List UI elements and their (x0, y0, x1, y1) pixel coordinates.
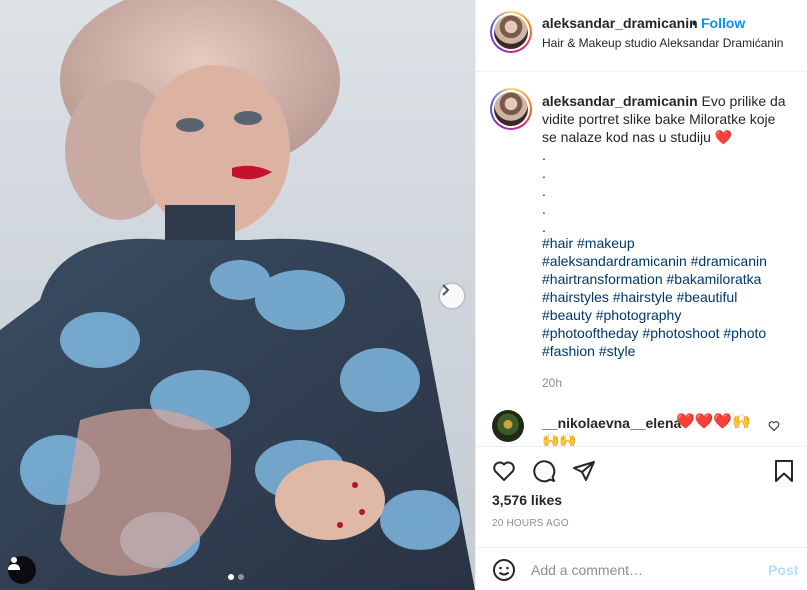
hashtag-line[interactable]: #hair #makeup (542, 234, 792, 252)
post-header: aleksandar_dramicanin • Follow Hair & Ma… (476, 0, 807, 72)
caption-text: aleksandar_dramicanin Evo prilike da vid… (542, 92, 794, 236)
post-actions: 3,576 likes 20 HOURS AGO Post (476, 446, 807, 590)
hashtag-line[interactable]: #photooftheday #photoshoot #photo (542, 324, 792, 342)
comment-like-heart-icon[interactable] (768, 420, 780, 432)
hashtag-line[interactable]: #aleksandardramicanin #dramicanin (542, 252, 792, 270)
portrait-image (0, 0, 475, 590)
share-icon[interactable] (572, 459, 596, 483)
carousel-dot (238, 574, 244, 580)
comment-item: __nikolaevna__elena ❤️❤️❤️🙌 🙌🙌 (476, 406, 807, 450)
location-link[interactable]: Hair & Makeup studio Aleksandar Dramićan… (542, 36, 783, 50)
like-count[interactable]: 3,576 likes (492, 492, 562, 508)
comment-input[interactable] (531, 560, 751, 580)
follow-button[interactable]: Follow (701, 15, 745, 31)
emoji-icon[interactable] (492, 558, 516, 582)
user-tag-icon (8, 557, 20, 570)
caption-username[interactable]: aleksandar_dramicanin (542, 93, 698, 109)
commenter-username[interactable]: __nikolaevna__elena (542, 415, 681, 431)
next-photo-button[interactable] (440, 284, 464, 308)
caption-timestamp: 20h (542, 376, 563, 390)
post-comment-button[interactable]: Post (768, 562, 798, 578)
hashtag-line[interactable]: #fashion #style (542, 342, 792, 360)
separator-dot: • (692, 15, 697, 31)
caption-dot-line: . (542, 183, 546, 199)
heart-icon[interactable] (492, 459, 516, 483)
hashtag-line[interactable]: #hairstyles #hairstyle #beautiful (542, 288, 792, 306)
caption-section: aleksandar_dramicanin Evo prilike da vid… (476, 72, 807, 392)
bookmark-icon[interactable] (772, 459, 796, 483)
comment-text: ❤️❤️❤️🙌 (676, 413, 751, 430)
carousel-indicator (228, 574, 244, 580)
comment-icon[interactable] (532, 459, 556, 483)
post-side-panel: aleksandar_dramicanin • Follow Hair & Ma… (475, 0, 807, 590)
post-timestamp[interactable]: 20 HOURS AGO (492, 518, 569, 529)
hashtag-list: #hair #makeup #aleksandardramicanin #dra… (542, 234, 792, 360)
caption-dot-line: . (542, 201, 546, 217)
post-photo[interactable] (0, 0, 475, 590)
caption-dot-line: . (542, 165, 546, 181)
add-comment-bar: Post (476, 547, 807, 590)
caption-dot-line: . (542, 147, 546, 163)
caption-author-avatar[interactable] (490, 88, 532, 130)
carousel-dot (228, 574, 234, 580)
author-avatar[interactable] (490, 11, 532, 53)
commenter-avatar[interactable] (492, 410, 524, 442)
user-tags-button[interactable] (8, 556, 36, 584)
hashtag-line[interactable]: #hairtransformation #bakamiloratka (542, 270, 792, 288)
author-username[interactable]: aleksandar_dramicanin (542, 15, 698, 31)
next-arrow-icon (442, 284, 450, 296)
hashtag-line[interactable]: #beauty #photography (542, 306, 792, 324)
